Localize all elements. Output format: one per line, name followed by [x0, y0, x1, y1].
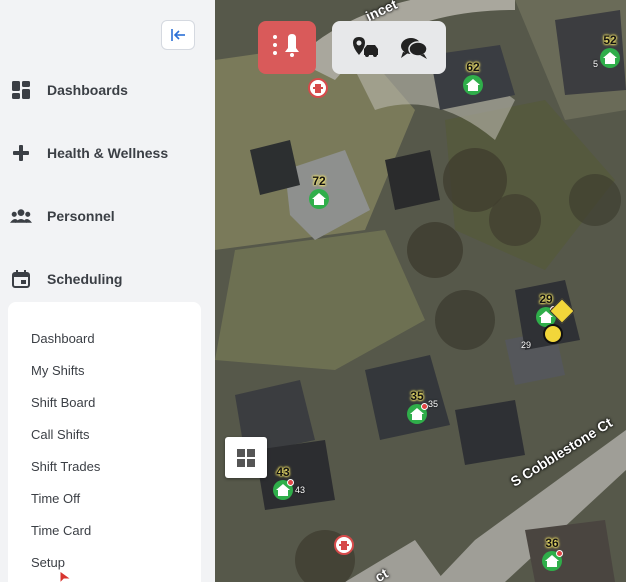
house-icon	[600, 48, 620, 68]
sidebar-item-label: Dashboards	[47, 82, 128, 98]
plus-icon	[10, 142, 32, 164]
building-marker-62[interactable]: 62	[453, 60, 493, 95]
house-icon	[309, 189, 329, 209]
sidebar-item-personnel[interactable]: Personnel	[10, 198, 205, 234]
layers-button[interactable]	[225, 437, 267, 478]
sidebar-item-label: Scheduling	[47, 271, 123, 287]
dashboard-grid-icon	[10, 79, 32, 101]
hydrant-icon	[313, 84, 323, 93]
chat-icon	[400, 37, 428, 59]
house-icon	[273, 479, 294, 500]
submenu-item-time-card[interactable]: Time Card	[31, 523, 91, 538]
vehicle-location-button[interactable]	[347, 30, 383, 66]
submenu-item-call-shifts[interactable]: Call Shifts	[31, 427, 90, 442]
marker-label: 52	[603, 33, 617, 47]
marker-count: 5	[593, 59, 599, 69]
hydrant-marker[interactable]	[334, 535, 354, 555]
location-car-icon	[352, 36, 378, 57]
house-icon	[463, 75, 483, 95]
mouse-cursor-icon	[59, 570, 73, 582]
sidebar-item-health-wellness[interactable]: Health & Wellness	[10, 135, 205, 171]
map-tool-group	[332, 21, 446, 74]
hydrant-icon	[339, 541, 349, 550]
house-icon	[407, 403, 428, 424]
chat-button[interactable]	[396, 30, 432, 66]
sidebar-item-label: Personnel	[47, 208, 115, 224]
house-icon	[542, 550, 563, 571]
marker-label: 43	[276, 465, 290, 479]
submenu-item-time-off[interactable]: Time Off	[31, 491, 80, 506]
biohazard-icon	[543, 324, 563, 344]
collapse-left-icon	[171, 29, 185, 41]
submenu-item-shift-trades[interactable]: Shift Trades	[31, 459, 100, 474]
sidebar-item-scheduling[interactable]: Scheduling	[10, 261, 205, 297]
collapse-sidebar-button[interactable]	[161, 20, 195, 50]
alert-bell-icon	[272, 32, 302, 63]
marker-label: 62	[466, 60, 480, 74]
people-icon	[10, 205, 32, 227]
layers-grid-icon	[237, 448, 255, 467]
building-marker-36[interactable]: 36	[532, 536, 572, 571]
marker-count: 35	[428, 399, 439, 409]
submenu-item-my-shifts[interactable]: My Shifts	[31, 363, 84, 378]
sidebar-item-label: Health & Wellness	[47, 145, 169, 161]
marker-count: 29	[521, 340, 532, 350]
submenu-item-setup[interactable]: Setup	[31, 555, 65, 570]
sidebar-item-dashboards[interactable]: Dashboards	[10, 72, 205, 108]
submenu-item-dashboard[interactable]: Dashboard	[31, 331, 95, 346]
calendar-icon	[10, 268, 32, 290]
scheduling-submenu: Dashboard My Shifts Shift Board Call Shi…	[8, 302, 201, 582]
hydrant-marker[interactable]	[308, 78, 328, 98]
alert-button[interactable]	[258, 21, 316, 74]
submenu-item-shift-board[interactable]: Shift Board	[31, 395, 95, 410]
map-view[interactable]: incet S Cobblestone Ct ct 62 52 5 72 29	[215, 0, 626, 582]
building-marker-72[interactable]: 72	[299, 174, 339, 209]
marker-count: 43	[295, 485, 306, 495]
sidebar: Dashboards Health & Wellness Personnel S…	[0, 0, 215, 582]
marker-label: 72	[312, 174, 326, 188]
marker-label: 36	[545, 536, 559, 550]
